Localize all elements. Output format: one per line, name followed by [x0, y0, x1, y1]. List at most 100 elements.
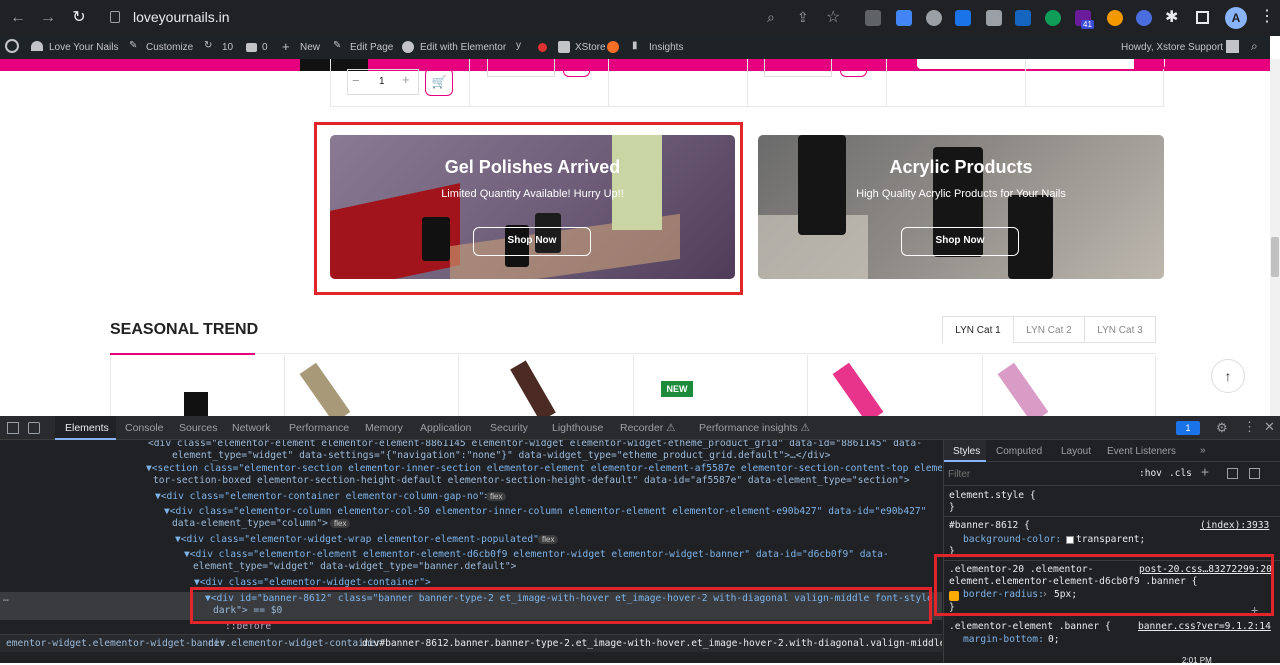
paint-icon[interactable]: [1227, 468, 1238, 479]
css-value[interactable]: transparent;: [1076, 534, 1145, 545]
tab-elements[interactable]: Elements: [65, 422, 109, 434]
styles-filter-input[interactable]: [948, 466, 1128, 482]
hov-toggle[interactable]: :hov: [1139, 468, 1162, 479]
inspect-element-icon[interactable]: [7, 422, 19, 434]
tab-performance-insights[interactable]: Performance insights ⚠: [699, 422, 810, 434]
search-icon[interactable]: ⌕: [1251, 39, 1258, 54]
css-value[interactable]: 0;: [1048, 634, 1060, 645]
dom-line[interactable]: ▼<div class="elementor-element elementor…: [184, 549, 889, 560]
howdy-user[interactable]: Howdy, Xstore Support: [1121, 42, 1223, 53]
tab-lighthouse[interactable]: Lighthouse: [552, 422, 603, 434]
s-extension-icon[interactable]: [1015, 10, 1031, 26]
tab-memory[interactable]: Memory: [365, 422, 403, 434]
customize-link[interactable]: Customize: [146, 42, 193, 53]
gear-icon[interactable]: ⚙: [1216, 420, 1228, 436]
dom-line[interactable]: tor-section-boxed elementor-section-heig…: [153, 475, 910, 486]
dom-line[interactable]: element_type="widget" data-widget_type="…: [193, 561, 516, 572]
edit-page-link[interactable]: Edit Page: [350, 42, 393, 53]
yoast-icon[interactable]: y: [516, 40, 521, 51]
flex-badge[interactable]: flex: [330, 519, 351, 528]
back-arrow-icon[interactable]: ←: [8, 8, 28, 28]
banner-acrylic-products[interactable]: Acrylic Products High Quality Acrylic Pr…: [758, 135, 1164, 279]
quantity-value[interactable]: 1: [379, 76, 385, 87]
rule-source-link[interactable]: banner.css?ver=9.1.2:14: [1138, 621, 1271, 632]
swirl-extension-icon[interactable]: [1136, 10, 1152, 26]
add-to-cart-icon[interactable]: 🛒: [425, 68, 453, 96]
menu-kebab-icon[interactable]: ⋮: [1243, 419, 1256, 435]
tab-application[interactable]: Application: [420, 422, 471, 434]
recycle-extension-icon[interactable]: [865, 10, 881, 26]
tab-computed[interactable]: Computed: [996, 446, 1042, 457]
breadcrumb-item[interactable]: ementor-widget.elementor-widget-banner: [6, 638, 226, 649]
product-card[interactable]: [808, 355, 983, 416]
product-card[interactable]: NEW: [634, 355, 808, 416]
dom-line[interactable]: ▼<div class="elementor-widget-wrap eleme…: [175, 534, 545, 545]
translate-extension-icon[interactable]: [955, 10, 971, 26]
flex-badge[interactable]: flex: [486, 492, 507, 501]
breadcrumb-item[interactable]: div.elementor-widget-container: [208, 638, 381, 649]
profile-avatar[interactable]: A: [1225, 7, 1247, 29]
page-scrollbar[interactable]: [1270, 59, 1280, 416]
grammarly-extension-icon[interactable]: [1045, 10, 1061, 26]
product-card[interactable]: [459, 355, 634, 416]
rule-selector[interactable]: .elementor-element .banner {: [949, 621, 1111, 632]
bookmark-star-icon[interactable]: ☆: [826, 7, 840, 27]
docs-extension-icon[interactable]: [896, 10, 912, 26]
header-search-button[interactable]: [1134, 59, 1164, 69]
flex-badge[interactable]: flex: [538, 535, 559, 544]
device-toolbar-icon[interactable]: [28, 422, 40, 434]
moon-extension-icon[interactable]: [1107, 10, 1123, 26]
tab-layout[interactable]: Layout: [1061, 446, 1091, 457]
dom-line[interactable]: ▼<div class="elementor-column elementor-…: [164, 506, 926, 517]
css-property[interactable]: margin-bottom:: [963, 634, 1044, 645]
camera-extension-icon[interactable]: [986, 10, 1002, 26]
sidebar-toggle-icon[interactable]: [1249, 468, 1260, 479]
new-link[interactable]: New: [300, 42, 320, 53]
dom-line[interactable]: element_type="widget" data-settings="{"n…: [172, 450, 830, 461]
more-tabs-icon[interactable]: »: [1200, 445, 1206, 456]
tab-sources[interactable]: Sources: [179, 422, 218, 434]
scroll-to-top-button[interactable]: ↑: [1211, 359, 1245, 393]
address-bar-url[interactable]: loveyournails.in: [133, 9, 230, 25]
tab-performance[interactable]: Performance: [289, 422, 349, 434]
user-avatar[interactable]: [1226, 40, 1239, 53]
new-rule-icon[interactable]: +: [1201, 465, 1209, 480]
site-name-link[interactable]: Love Your Nails: [49, 42, 119, 53]
product-card[interactable]: [983, 355, 1156, 416]
color-swatch[interactable]: [1066, 536, 1074, 544]
dom-line[interactable]: data-element_type="column">: [172, 518, 328, 529]
add-to-cart-icon[interactable]: [840, 59, 867, 77]
globe-extension-icon[interactable]: [926, 10, 942, 26]
wordpress-logo-icon[interactable]: [5, 39, 19, 53]
comments-count[interactable]: 0: [262, 42, 268, 53]
insights-link[interactable]: Insights: [649, 42, 683, 53]
sidepanel-icon[interactable]: [1196, 11, 1209, 24]
tab-lyn-cat-1[interactable]: LYN Cat 1: [942, 316, 1014, 343]
reload-icon[interactable]: ↻: [69, 8, 89, 28]
tab-styles[interactable]: Styles: [953, 446, 980, 457]
dom-line[interactable]: ▼<section class="elementor-section eleme…: [146, 463, 942, 474]
tab-console[interactable]: Console: [125, 422, 164, 434]
rule-source-link[interactable]: (index):3933: [1200, 520, 1269, 531]
share-icon[interactable]: ⇪: [797, 9, 809, 26]
css-property[interactable]: background-color:: [963, 534, 1061, 545]
quantity-stepper[interactable]: [764, 59, 832, 77]
quantity-stepper[interactable]: [487, 59, 555, 77]
plus-button[interactable]: +: [402, 72, 410, 87]
tab-network[interactable]: Network: [232, 422, 271, 434]
product-card[interactable]: [110, 355, 285, 416]
forward-arrow-icon[interactable]: →: [38, 8, 58, 28]
shop-now-button[interactable]: Shop Now: [901, 227, 1019, 256]
tab-recorder[interactable]: Recorder ⚠: [620, 422, 676, 434]
tab-event-listeners[interactable]: Event Listeners: [1107, 446, 1176, 457]
ellipsis-icon[interactable]: ⋯: [3, 595, 9, 606]
dom-line[interactable]: <div class="elementor-element elementor-…: [148, 440, 922, 449]
tab-security[interactable]: Security: [490, 422, 528, 434]
product-card[interactable]: [285, 355, 459, 416]
xstore-link[interactable]: XStore: [575, 42, 606, 53]
dom-line[interactable]: ▼<div class="elementor-container element…: [155, 491, 490, 502]
cls-toggle[interactable]: .cls: [1169, 468, 1192, 479]
menu-kebab-icon[interactable]: ⋮: [1259, 6, 1275, 26]
scrollbar-thumb[interactable]: [1271, 237, 1279, 277]
breadcrumb-item-active[interactable]: div#banner-8612.banner.banner-type-2.et_…: [362, 638, 942, 649]
